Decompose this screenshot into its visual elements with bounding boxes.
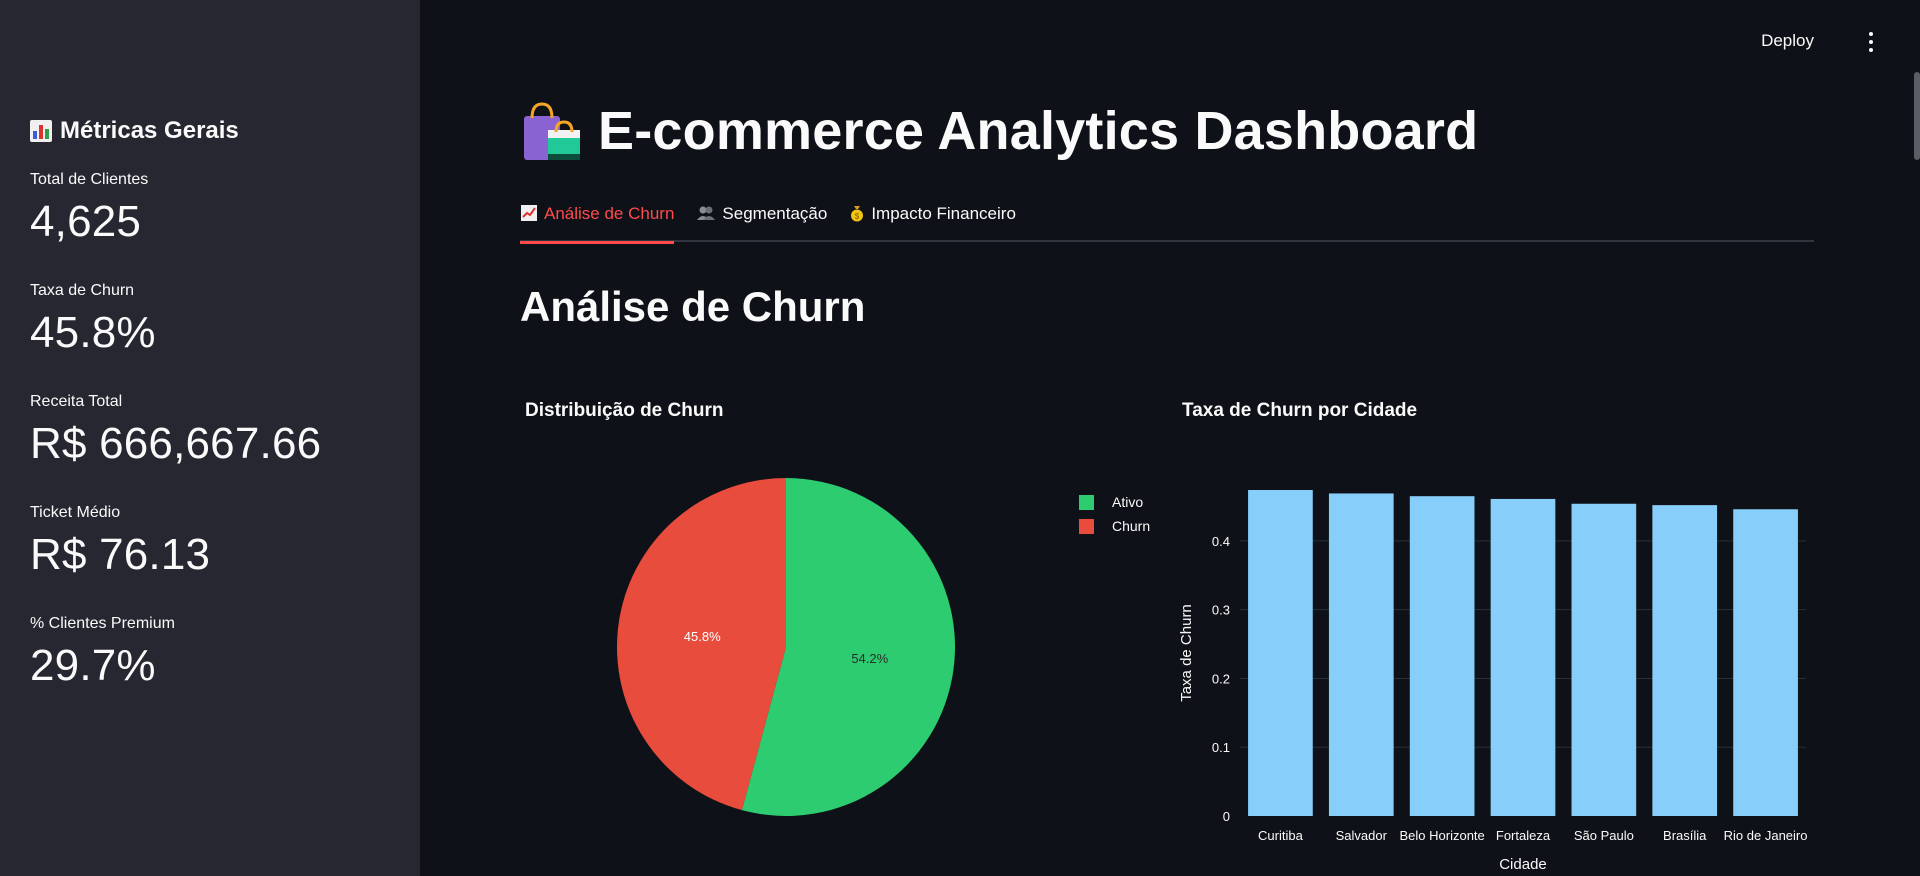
chart-increasing-icon	[520, 204, 538, 226]
bar-2[interactable]	[1409, 496, 1475, 816]
metric-label: Total de Clientes	[30, 171, 149, 188]
x-tick-label: Rio de Janeiro	[1724, 828, 1808, 843]
y-tick-label: 0.3	[1212, 603, 1230, 618]
legend-label: Ativo	[1112, 494, 1144, 510]
people-icon	[696, 204, 716, 226]
metric-value: R$ 666,667.66	[30, 419, 322, 468]
y-tick-label: 0	[1223, 809, 1230, 824]
x-tick-label: Salvador	[1336, 828, 1388, 843]
churn-by-city-bar-chart[interactable]: 0 0.1 0.2 0.3 0.4 Curitiba Salvador Belo Horizo…	[1170, 470, 1820, 876]
tab-label: Impacto Financeiro	[871, 204, 1016, 223]
bar-4[interactable]	[1571, 503, 1637, 816]
sidebar-title-text: Métricas Gerais	[60, 117, 239, 144]
metric-label: Taxa de Churn	[30, 282, 135, 299]
metric-total-clientes: Total de Clientes 4,625	[30, 171, 148, 247]
legend-item-churn[interactable]: Churn	[1079, 514, 1150, 538]
metric-taxa-churn: Taxa de Churn 45.8%	[30, 282, 156, 358]
y-tick-label: 0.1	[1212, 740, 1230, 755]
legend-label: Churn	[1112, 518, 1151, 534]
bar-6[interactable]	[1733, 509, 1798, 816]
bar-3[interactable]	[1490, 498, 1556, 816]
scrollbar[interactable]	[1914, 72, 1920, 160]
pie-legend: Ativo Churn	[1079, 490, 1150, 538]
sidebar-title: Métricas Gerais	[30, 117, 239, 145]
y-tick-label: 0.4	[1212, 534, 1230, 549]
tab-impacto-financeiro[interactable]: $ Impacto Financeiro	[849, 200, 1016, 242]
tab-label: Segmentação	[722, 204, 828, 223]
legend-swatch	[1079, 494, 1094, 510]
metric-label: % Clientes Premium	[30, 615, 175, 632]
pie-chart-title: Distribuição de Churn	[525, 400, 724, 421]
bar-0[interactable]	[1248, 490, 1313, 816]
tab-bar: Análise de Churn Segmentação $ Impacto F…	[520, 200, 1814, 244]
x-tick-label: São Paulo	[1574, 828, 1634, 843]
tab-segmentacao[interactable]: Segmentação	[696, 200, 827, 242]
metric-label: Ticket Médio	[30, 504, 121, 521]
deploy-button[interactable]: Deploy	[1761, 31, 1814, 51]
metric-label: Receita Total	[30, 393, 123, 410]
metric-value: R$ 76.13	[30, 530, 211, 579]
page-title: E-commerce Analytics Dashboard	[520, 100, 1478, 162]
sidebar: Métricas Gerais Total de Clientes 4,625 …	[0, 0, 420, 876]
x-tick-label: Brasília	[1663, 828, 1707, 843]
metric-ticket-medio: Ticket Médio R$ 76.13	[30, 504, 210, 580]
svg-text:$: $	[855, 212, 860, 221]
churn-pie-chart[interactable]: 54.2% 45.8%	[600, 470, 980, 830]
more-options-icon[interactable]	[1868, 32, 1874, 52]
y-tick-label: 0.2	[1212, 671, 1230, 686]
bar-1[interactable]	[1328, 493, 1394, 816]
shopping-bags-icon	[524, 102, 580, 160]
legend-swatch	[1079, 518, 1094, 534]
metric-value: 45.8%	[30, 308, 156, 357]
bar-5[interactable]	[1652, 505, 1718, 816]
pie-slice-label: 54.2%	[851, 651, 888, 666]
tab-analise-churn[interactable]: Análise de Churn	[520, 200, 675, 244]
money-bag-icon: $	[849, 204, 865, 226]
y-axis-label: Taxa de Churn	[1178, 604, 1195, 702]
metric-value: 4,625	[30, 197, 142, 246]
x-tick-label: Curitiba	[1258, 828, 1304, 843]
bar-chart-icon	[30, 120, 52, 142]
x-axis-label: Cidade	[1499, 856, 1547, 873]
x-tick-label: Belo Horizonte	[1400, 828, 1485, 843]
metric-receita-total: Receita Total R$ 666,667.66	[30, 393, 321, 469]
x-tick-label: Fortaleza	[1496, 828, 1551, 843]
pie-slice-label: 45.8%	[684, 629, 721, 644]
legend-item-ativo[interactable]: Ativo	[1079, 490, 1150, 514]
metric-clientes-premium: % Clientes Premium 29.7%	[30, 615, 175, 691]
section-title: Análise de Churn	[520, 283, 866, 330]
bar-chart-title: Taxa de Churn por Cidade	[1182, 400, 1418, 421]
metric-value: 29.7%	[30, 641, 156, 690]
app-title-text: E-commerce Analytics Dashboard	[598, 101, 1479, 161]
tab-label: Análise de Churn	[544, 204, 675, 223]
